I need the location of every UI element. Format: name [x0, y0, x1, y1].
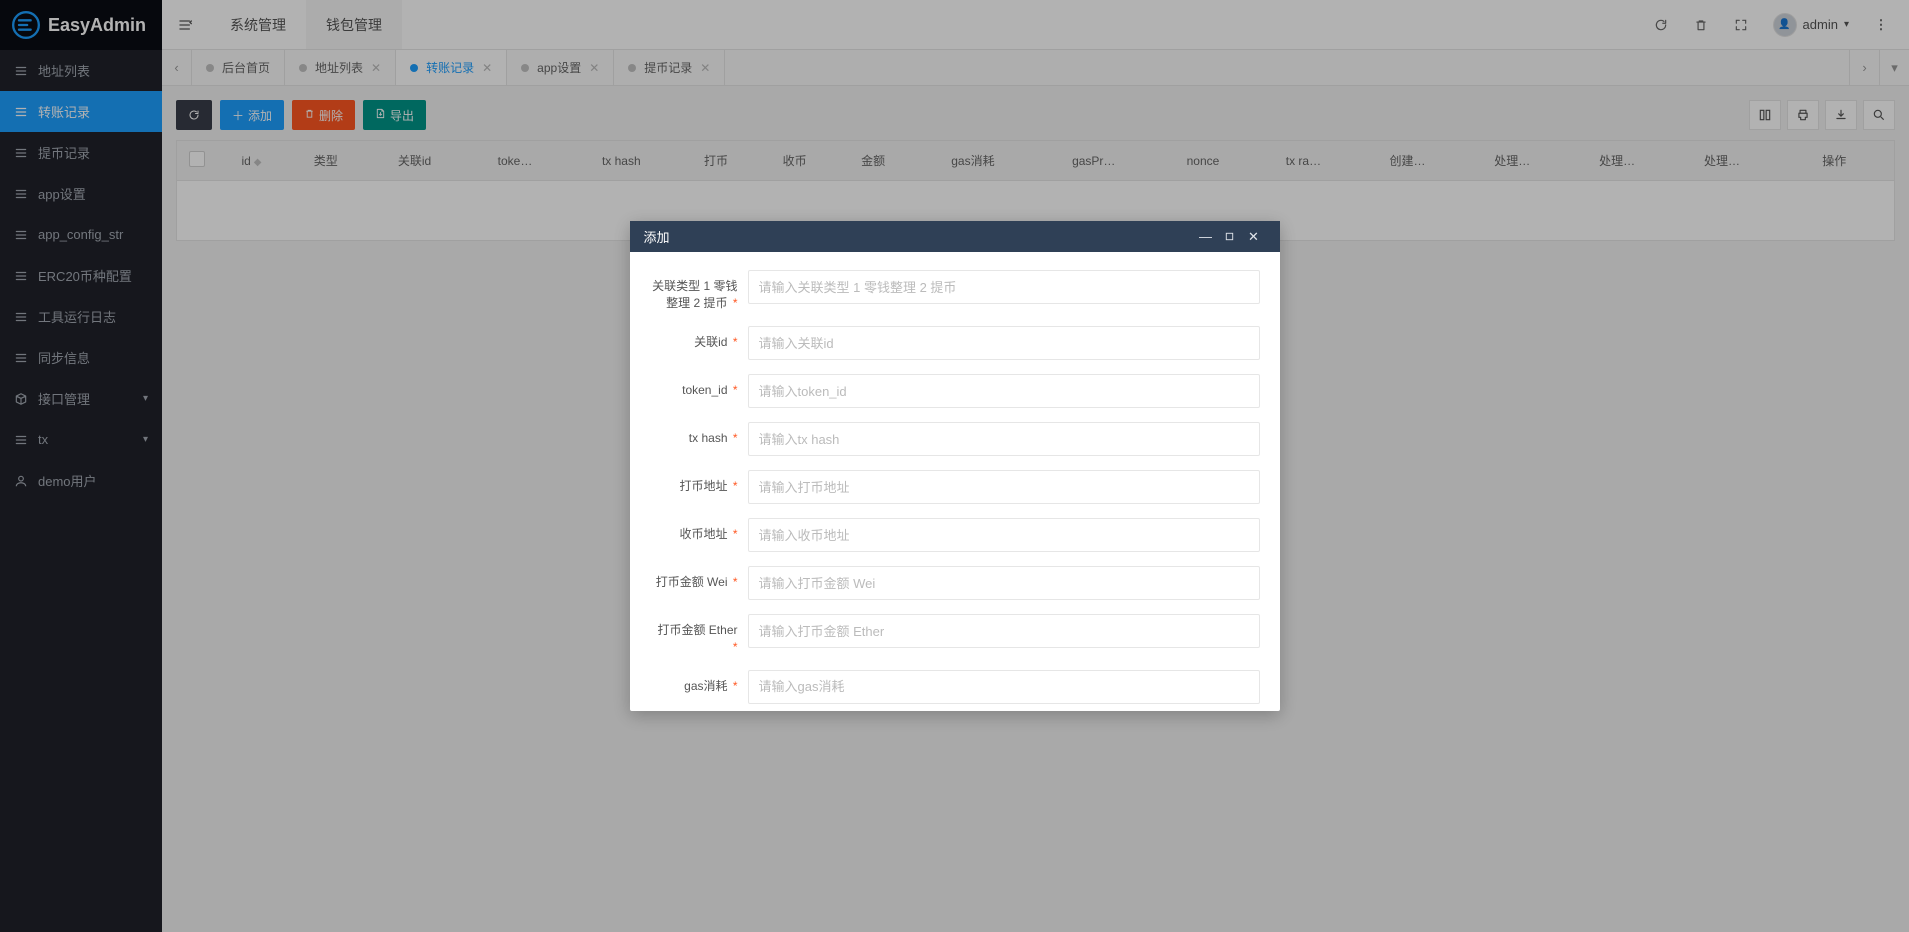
form-input-6[interactable] — [748, 566, 1260, 600]
form-row-2: token_id * — [650, 374, 1260, 408]
form-row-1: 关联id * — [650, 326, 1260, 360]
maximize-icon[interactable] — [1218, 231, 1242, 242]
form-row-7: 打币金额 Ether * — [650, 614, 1260, 656]
form-row-4: 打币地址 * — [650, 470, 1260, 504]
form-input-5[interactable] — [748, 518, 1260, 552]
modal-title: 添加 — [644, 227, 1194, 246]
form-row-6: 打币金额 Wei * — [650, 566, 1260, 600]
form-label: gas消耗 * — [650, 670, 748, 695]
form-input-7[interactable] — [748, 614, 1260, 648]
form-label: token_id * — [650, 374, 748, 399]
add-modal: 添加 ― ✕ 关联类型 1 零钱整理 2 提币 * 关联id * token_id … — [630, 221, 1280, 711]
minimize-icon[interactable]: ― — [1194, 229, 1218, 244]
form-input-8[interactable] — [748, 670, 1260, 704]
form-row-8: gas消耗 * — [650, 670, 1260, 704]
form-input-0[interactable] — [748, 270, 1260, 304]
form-input-1[interactable] — [748, 326, 1260, 360]
form-label: 收币地址 * — [650, 518, 748, 543]
modal-header[interactable]: 添加 ― ✕ — [630, 221, 1280, 252]
form-label: 打币金额 Ether * — [650, 614, 748, 656]
form-row-3: tx hash * — [650, 422, 1260, 456]
form-label: 打币地址 * — [650, 470, 748, 495]
close-icon[interactable]: ✕ — [1242, 229, 1266, 245]
form-label: 关联类型 1 零钱整理 2 提币 * — [650, 270, 748, 312]
form-input-3[interactable] — [748, 422, 1260, 456]
form-label: tx hash * — [650, 422, 748, 447]
form-input-4[interactable] — [748, 470, 1260, 504]
form-input-2[interactable] — [748, 374, 1260, 408]
form-row-0: 关联类型 1 零钱整理 2 提币 * — [650, 270, 1260, 312]
form-label: 打币金额 Wei * — [650, 566, 748, 591]
form-label: 关联id * — [650, 326, 748, 351]
form-row-5: 收币地址 * — [650, 518, 1260, 552]
modal-body: 关联类型 1 零钱整理 2 提币 * 关联id * token_id * tx has… — [630, 252, 1280, 711]
